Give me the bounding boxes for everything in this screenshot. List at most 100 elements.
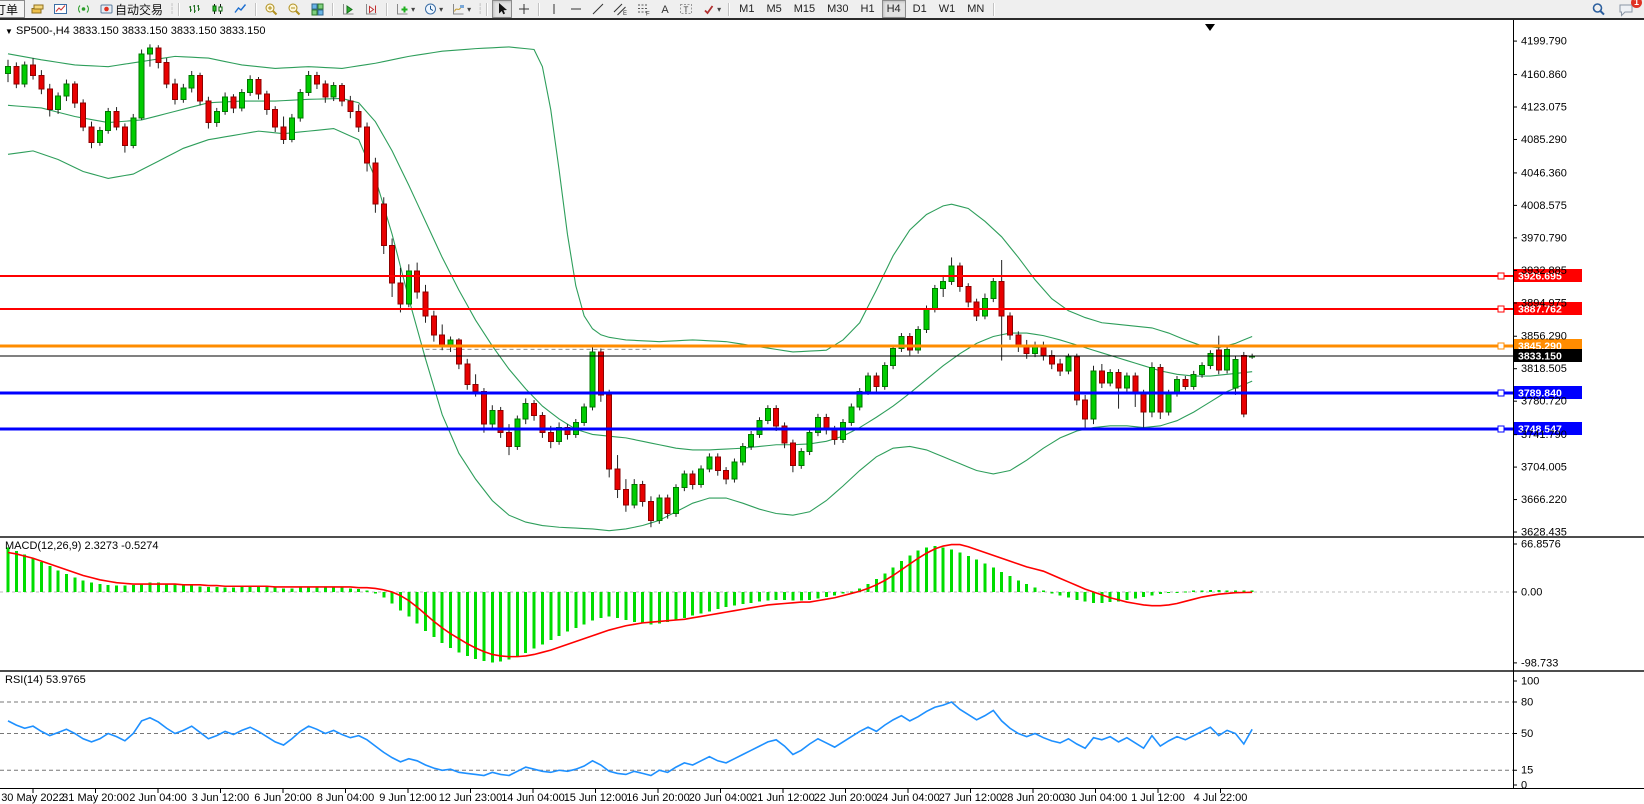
candle-body: [389, 244, 396, 284]
candle-body: [422, 291, 429, 317]
candle-body: [923, 308, 930, 331]
vertical-line-icon: [547, 2, 561, 16]
zoom-in-button[interactable]: [261, 0, 282, 18]
macd-histogram-bar: [1167, 592, 1171, 593]
time-tick-label: 15 Jun 12:00: [564, 792, 628, 804]
tab-timeframe-h4[interactable]: H4: [881, 0, 906, 18]
chart-shift-marker-icon[interactable]: [1205, 24, 1215, 31]
macd-histogram-bar: [641, 592, 645, 624]
text-label-button[interactable]: T: [676, 0, 697, 18]
level-anchor-marker[interactable]: [1497, 342, 1505, 350]
tab-timeframe-mn[interactable]: MN: [962, 0, 989, 18]
level-anchor-marker[interactable]: [1497, 272, 1505, 280]
tab-timeframe-m5[interactable]: M5: [761, 0, 786, 18]
level-anchor-marker[interactable]: [1497, 425, 1505, 433]
horizontal-line-button[interactable]: [566, 0, 586, 18]
signals-button[interactable]: [73, 0, 94, 18]
tab-timeframe-w1[interactable]: W1: [934, 0, 961, 18]
crosshair-tool-button[interactable]: [514, 0, 534, 18]
macd-histogram-bar: [257, 586, 260, 592]
candle-body: [297, 91, 304, 119]
candle-body: [622, 488, 629, 506]
new-order-button[interactable]: 订单: [0, 0, 26, 18]
bollinger-middle-band: [7, 97, 1253, 451]
autotrading-button[interactable]: 自动交易: [96, 0, 166, 18]
macd-histogram-bar: [749, 592, 753, 603]
price-tick-label: 4085.290: [1521, 134, 1567, 146]
macd-histogram-bar: [674, 592, 678, 621]
candlestick-chart-button[interactable]: [207, 0, 228, 18]
candle-body: [522, 403, 529, 420]
macd-signal-line: [7, 543, 1253, 658]
candle-body: [130, 117, 137, 147]
search-button[interactable]: [1588, 0, 1610, 18]
macd-histogram-bar: [440, 592, 444, 643]
tile-windows-button[interactable]: [307, 0, 328, 18]
candle-body: [38, 74, 45, 90]
macd-indicator-label: MACD(12,26,9) 2.3273 -0.5274: [5, 540, 159, 552]
time-tick-label: 14 Jun 04:00: [501, 792, 565, 804]
macd-histogram-bar: [298, 587, 302, 592]
tab-timeframe-m1[interactable]: M1: [734, 0, 759, 18]
fibonacci-button[interactable]: F: [633, 0, 654, 18]
text-a-icon: A: [659, 2, 671, 16]
candle-body: [698, 468, 705, 485]
macd-histogram-bar: [1133, 592, 1137, 599]
chart-shift-button[interactable]: [361, 0, 382, 18]
panel-separator[interactable]: [0, 536, 1644, 538]
toolbar-grip: ┆: [477, 3, 483, 15]
macd-histogram-bar: [23, 554, 27, 592]
bar-chart-button[interactable]: [184, 0, 205, 18]
chat-button[interactable]: 1: [1615, 0, 1642, 18]
panel-separator[interactable]: [0, 670, 1644, 672]
candle-body: [581, 406, 588, 423]
candle-body: [748, 433, 755, 447]
collapse-arrow-icon[interactable]: ▼: [5, 27, 13, 36]
time-tick-label: 1 Jul 12:00: [1131, 792, 1185, 804]
candle-body: [1115, 372, 1122, 389]
trendline-button[interactable]: [588, 0, 608, 18]
macd-histogram-bar: [123, 585, 127, 592]
text-tool-button[interactable]: A: [656, 0, 674, 18]
level-anchor-marker[interactable]: [1497, 305, 1505, 313]
tab-timeframe-d1[interactable]: D1: [908, 0, 932, 18]
chart-canvas[interactable]: 3926.6953887.7623845.2903833.1503789.840…: [0, 0, 1644, 804]
rsi-tick-label: 100: [1521, 675, 1539, 687]
arrows-button[interactable]: ▾: [699, 0, 724, 18]
tab-timeframe-m15[interactable]: M15: [789, 0, 820, 18]
equidistant-channel-button[interactable]: E: [610, 0, 631, 18]
candle-body: [1132, 375, 1139, 394]
macd-histogram-bar: [140, 584, 144, 592]
time-tick-label: 6 Jun 20:00: [254, 792, 312, 804]
new-chart-button[interactable]: [50, 0, 71, 18]
time-tick-label: 9 Jun 12:00: [379, 792, 437, 804]
auto-scroll-button[interactable]: [338, 0, 359, 18]
macd-histogram-bar: [1050, 592, 1054, 594]
periods-button[interactable]: ▾: [420, 0, 446, 18]
level-anchor-marker[interactable]: [1497, 389, 1505, 397]
candle-body: [865, 375, 872, 392]
tab-timeframe-h1[interactable]: H1: [856, 0, 880, 18]
macd-histogram-bar: [691, 592, 695, 616]
price-tick-label: 3741.790: [1521, 429, 1567, 441]
candle-body: [113, 110, 120, 128]
candle-body: [931, 287, 938, 310]
candle-body: [1090, 370, 1097, 420]
candle-body: [480, 390, 487, 425]
tab-timeframe-m30[interactable]: M30: [822, 0, 853, 18]
line-chart-button[interactable]: [230, 0, 251, 18]
indicators-button[interactable]: ▾: [392, 0, 418, 18]
price-tick-label: 4199.790: [1521, 35, 1567, 47]
market-depth-button[interactable]: [27, 0, 48, 18]
zoom-out-button[interactable]: [284, 0, 305, 18]
macd-histogram-bar: [1125, 592, 1129, 600]
macd-histogram-bar: [1150, 592, 1154, 596]
cursor-tool-button[interactable]: [492, 0, 513, 18]
vertical-line-button[interactable]: [544, 0, 564, 18]
templates-button[interactable]: ▾: [448, 0, 474, 18]
candle-body: [739, 445, 746, 463]
chevron-down-icon: ▾: [467, 4, 472, 14]
macd-histogram-bar: [774, 592, 778, 600]
candle-body: [197, 74, 204, 102]
candle-body: [21, 64, 28, 85]
